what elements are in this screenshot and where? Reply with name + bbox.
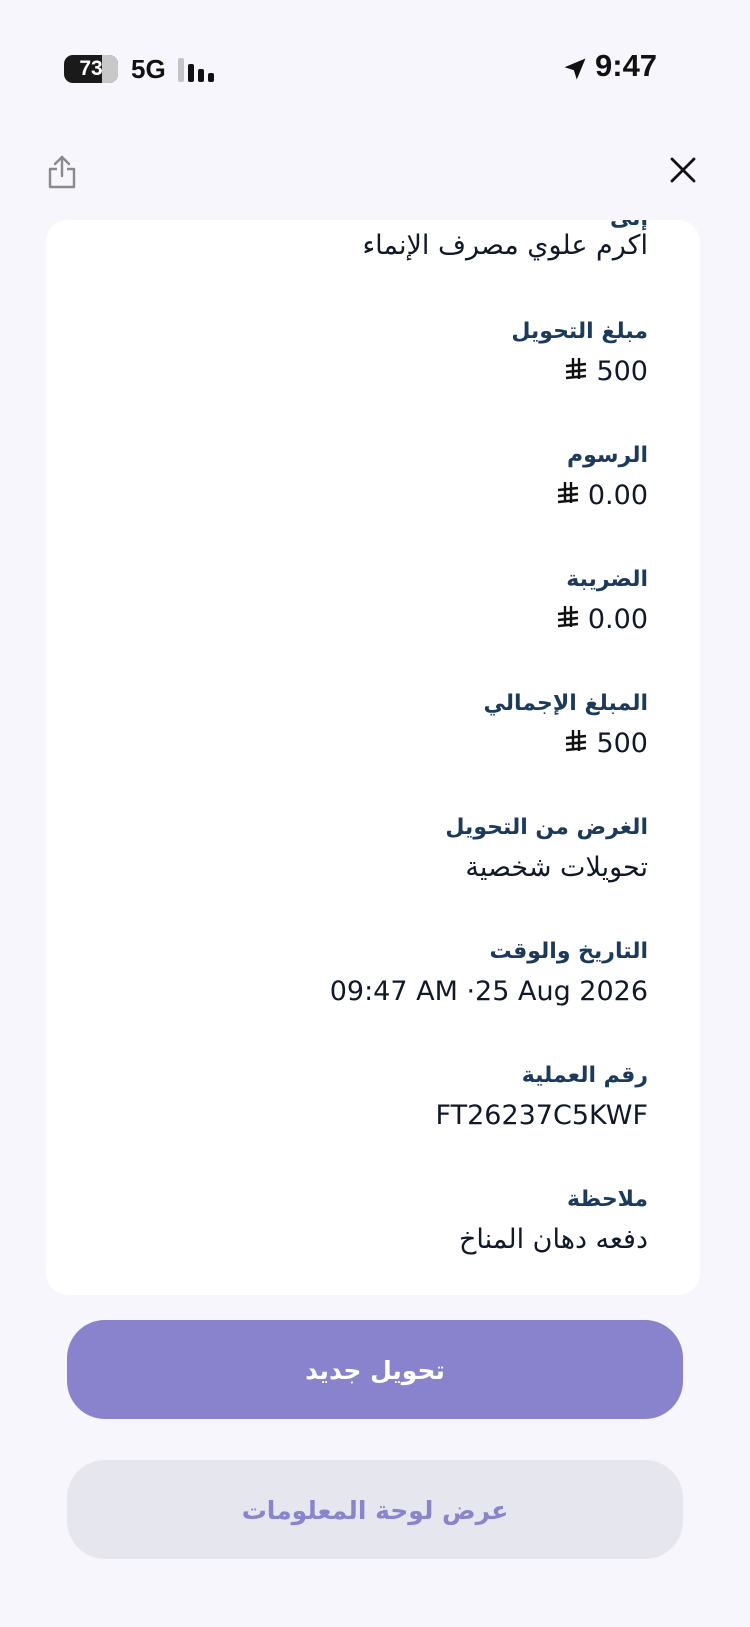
view-dashboard-button[interactable]: عرض لوحة المعلومات bbox=[67, 1460, 683, 1559]
purpose-value: تحويلات شخصية bbox=[465, 852, 648, 883]
status-bar: 73 5G 9:47 bbox=[0, 0, 750, 130]
saudi-riyal-icon bbox=[557, 606, 578, 628]
network-type: 5G bbox=[131, 54, 166, 84]
reference-value: FT26237C5KWF bbox=[435, 1100, 648, 1131]
datetime-value: 09:47 AM ·25 Aug 2026 bbox=[329, 976, 648, 1007]
transfer-amount-value: 500 bbox=[88, 350, 648, 394]
saudi-riyal-icon bbox=[566, 730, 587, 752]
fees-row: الرسوم 0.00 bbox=[88, 438, 648, 518]
note-label: ملاحظة bbox=[567, 1187, 648, 1212]
tax-row: الضريبة 0.00 bbox=[88, 562, 648, 642]
share-icon[interactable] bbox=[46, 154, 78, 190]
recipient-value: اكرم علوي مصرف الإنماء bbox=[362, 230, 648, 261]
location-arrow-icon bbox=[564, 58, 586, 80]
fees-value: 0.00 bbox=[88, 474, 648, 518]
fees-label: الرسوم bbox=[566, 443, 648, 468]
signal-icon bbox=[178, 58, 218, 82]
total-amount-row: المبلغ الإجمالي 500 bbox=[88, 686, 648, 766]
saudi-riyal-icon bbox=[566, 358, 587, 380]
datetime-row: التاريخ والوقت 09:47 AM ·25 Aug 2026 bbox=[88, 934, 648, 1014]
battery-level: 73 bbox=[79, 57, 103, 80]
transfer-details-card: إلى اكرم علوي مصرف الإنماء مبلغ التحويل … bbox=[46, 220, 700, 1295]
total-amount-label: المبلغ الإجمالي bbox=[483, 691, 648, 716]
total-amount-value: 500 bbox=[88, 722, 648, 766]
reference-row: رقم العملية FT26237C5KWF bbox=[88, 1058, 648, 1138]
purpose-row: الغرض من التحويل تحويلات شخصية bbox=[88, 810, 648, 890]
note-row: ملاحظة دفعه دهان المناخ bbox=[88, 1182, 648, 1262]
tax-label: الضريبة bbox=[566, 567, 648, 592]
reference-label: رقم العملية bbox=[521, 1063, 648, 1088]
transfer-amount-row: مبلغ التحويل 500 bbox=[88, 314, 648, 394]
note-value: دفعه دهان المناخ bbox=[458, 1224, 648, 1255]
purpose-label: الغرض من التحويل bbox=[445, 815, 648, 840]
transfer-amount-label: مبلغ التحويل bbox=[511, 319, 648, 344]
battery-icon: 73 bbox=[64, 55, 118, 83]
saudi-riyal-icon bbox=[557, 482, 578, 504]
clock: 9:47 bbox=[595, 48, 658, 83]
tax-value: 0.00 bbox=[88, 598, 648, 642]
close-icon[interactable] bbox=[668, 155, 698, 185]
new-transfer-button[interactable]: تحويل جديد bbox=[67, 1320, 683, 1419]
datetime-label: التاريخ والوقت bbox=[489, 939, 648, 964]
